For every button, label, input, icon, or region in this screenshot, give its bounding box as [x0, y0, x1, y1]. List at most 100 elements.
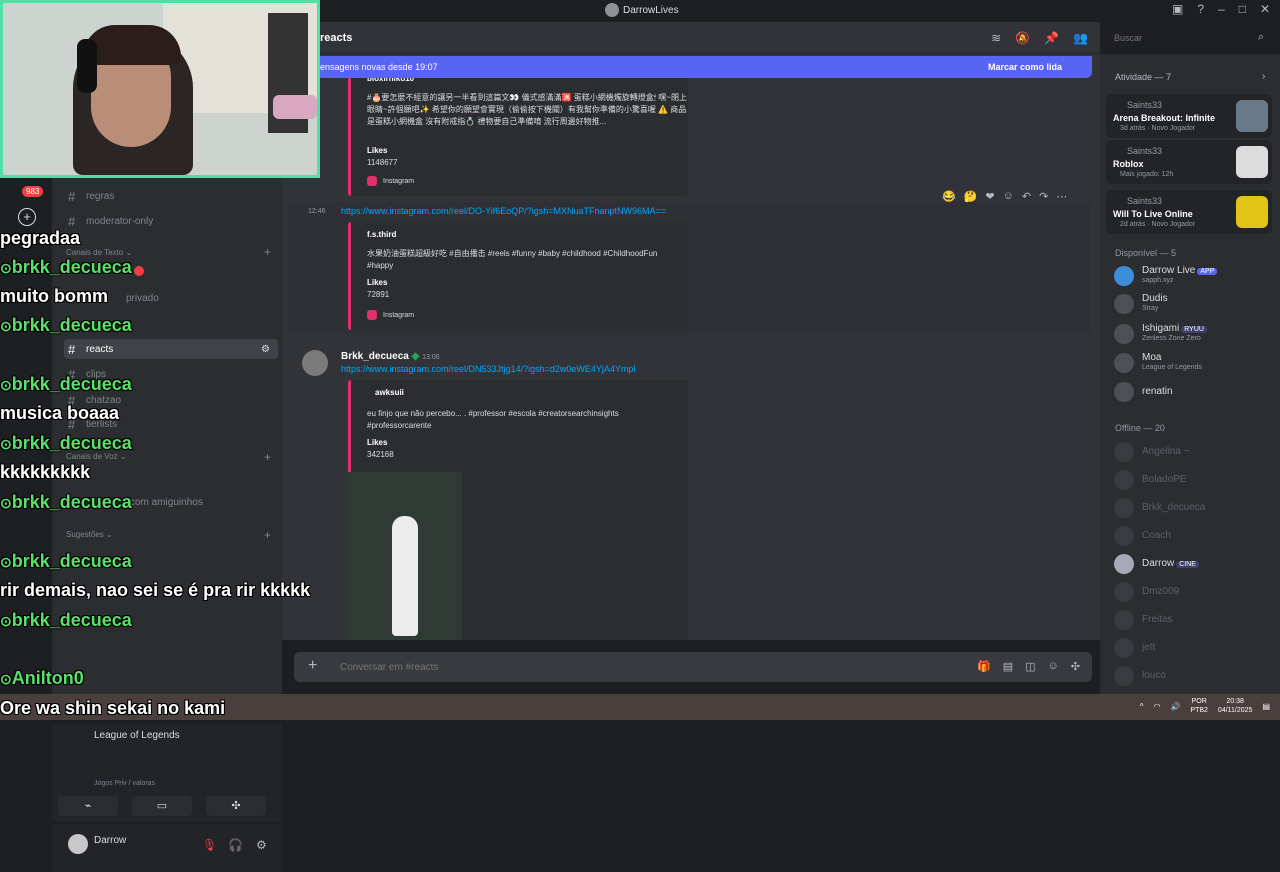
hash-icon: # — [68, 392, 76, 408]
member-item[interactable]: Ishigami RYUU Zenless Zone Zero — [1114, 322, 1274, 344]
embed-likes-value: 72891 — [367, 290, 390, 299]
message-link[interactable]: https://www.instagram.com/reel/DO-Yif6Eo… — [341, 206, 666, 216]
gear-icon[interactable]: ⚙ — [256, 838, 267, 852]
new-messages-bar[interactable]: ensagens novas desde 19:07 Marcar como l… — [316, 56, 1092, 78]
chevron-right-icon[interactable]: › — [1262, 71, 1265, 82]
threads-icon[interactable]: ≋ — [991, 31, 1001, 45]
message-input[interactable] — [340, 658, 860, 676]
voice-channel-name: Jogos Priv / valoras — [94, 780, 156, 787]
camera-button[interactable]: ⌁ — [58, 796, 118, 816]
channel-reacts[interactable]: # reacts ⚙ — [64, 339, 278, 359]
channel-regras[interactable]: # regras — [64, 186, 278, 206]
member-item[interactable]: Coach — [1114, 524, 1274, 546]
activity-card[interactable]: Saints33 Will To Live Online 2d atrás · … — [1106, 190, 1272, 234]
message-link[interactable]: https://www.instagram.com/reel/DN533Jtjg… — [341, 364, 635, 374]
channel-tierlists[interactable]: # tierlists — [64, 414, 278, 434]
activity-card[interactable]: Saints33 Arena Breakout: Infinite 3d atr… — [1106, 94, 1272, 138]
clock[interactable]: 20:38 04/11/2025 — [1218, 697, 1253, 715]
heart-emoji-icon[interactable]: ❤ — [985, 190, 994, 203]
maximize-button[interactable]: □ — [1239, 2, 1246, 16]
avatar — [1114, 526, 1134, 546]
server-icon — [605, 3, 619, 17]
apps-icon[interactable]: ✣ — [1071, 660, 1080, 673]
member-item[interactable]: Moa League of Legends — [1114, 351, 1274, 373]
deafen-icon[interactable]: 🎧 — [228, 838, 243, 852]
message-author[interactable]: Brkk_decueca ◆ 13:06 — [341, 351, 440, 362]
add-channel-icon[interactable]: + — [264, 245, 271, 259]
add-suggestion-icon[interactable]: + — [264, 528, 271, 542]
add-reaction-icon[interactable]: ☺ — [1003, 190, 1014, 203]
close-button[interactable]: ✕ — [1260, 2, 1270, 16]
member-item[interactable]: Dudis Stray — [1114, 292, 1274, 314]
channel-chatzao[interactable]: # chatzao — [64, 390, 278, 410]
voice-channel-amiguinhos[interactable]: com amiguinhos — [126, 492, 276, 512]
video-thumbnail[interactable] — [348, 472, 462, 640]
category-suggestions[interactable]: Sugestões ⌄ — [66, 530, 113, 539]
avatar — [1114, 610, 1134, 630]
member-item[interactable]: Darrow Live APP sapph.xyz — [1114, 264, 1274, 286]
search-icon: ⌕ — [1257, 31, 1264, 43]
volume-icon[interactable]: 🔊 — [1170, 702, 1180, 711]
member-item[interactable]: louco — [1114, 664, 1274, 686]
category-text-channels[interactable]: Canais de Texto ⌄ — [66, 248, 132, 257]
gif-icon[interactable]: ▤ — [1003, 660, 1013, 673]
search-input[interactable] — [1108, 28, 1270, 48]
keyboard-language[interactable]: POR PTB2 — [1190, 697, 1208, 715]
more-icon[interactable]: ⋯ — [1056, 190, 1067, 203]
avatar[interactable] — [302, 350, 328, 376]
search-box: ⌕ — [1108, 28, 1270, 48]
screen-share-button[interactable]: ▭ — [132, 796, 192, 816]
gift-icon[interactable]: 🎁 — [977, 660, 991, 673]
webcam-pillow — [273, 95, 317, 119]
add-server-button[interactable]: + — [18, 208, 36, 226]
inbox-icon[interactable]: ▣ — [1172, 2, 1183, 16]
activity-card[interactable]: Saints33 Roblox Mais jogado: 12h — [1106, 140, 1272, 184]
member-item[interactable]: BoladoPE — [1114, 468, 1274, 490]
channel-settings-icon[interactable]: ⚙ — [261, 344, 270, 355]
wifi-icon[interactable]: ◠ — [1153, 702, 1160, 711]
add-voice-channel-icon[interactable]: + — [264, 450, 271, 464]
channel-moderator-only[interactable]: # moderator-only — [64, 211, 278, 231]
reply-icon[interactable]: ↶ — [1022, 190, 1031, 203]
think-emoji-icon[interactable]: 🤔 — [964, 190, 978, 203]
embed-likes-value: 1148677 — [367, 158, 398, 167]
forward-icon[interactable]: ↷ — [1039, 190, 1048, 203]
laugh-emoji-icon[interactable]: 😂 — [942, 190, 956, 203]
mute-icon[interactable]: 🎙 — [202, 838, 217, 852]
member-item[interactable]: jett — [1114, 636, 1274, 658]
avatar[interactable] — [68, 834, 88, 854]
channel-title: reacts — [320, 32, 353, 44]
notification-bell-icon[interactable]: 🔕 — [1015, 31, 1030, 45]
notifications-icon[interactable]: ▤ — [1262, 702, 1270, 711]
mark-as-read-button[interactable]: Marcar como lida — [988, 62, 1062, 72]
activities-button[interactable]: ✣ — [206, 796, 266, 816]
member-item[interactable]: Dmz009 — [1114, 580, 1274, 602]
instagram-icon — [367, 176, 377, 186]
embed-likes-label: Likes — [367, 438, 388, 447]
member-item[interactable]: Darrow CINE — [1114, 552, 1274, 574]
sticker-icon[interactable]: ◫ — [1025, 660, 1035, 673]
channel-privado[interactable]: privado — [122, 288, 222, 308]
emoji-icon[interactable]: ☺ — [1048, 660, 1059, 673]
avatar — [1114, 324, 1134, 344]
plus-icon[interactable]: + — [308, 657, 317, 675]
chevron-up-icon[interactable]: ^ — [1140, 702, 1144, 711]
category-voice-channels[interactable]: Canais de Voz ⌄ — [66, 452, 127, 461]
video-person — [392, 516, 418, 636]
member-item[interactable]: Freitas — [1114, 608, 1274, 630]
channel-sidebar: # regras # moderator-only Canais de Texto … — [52, 178, 282, 872]
member-item[interactable]: Brkk_decueca — [1114, 496, 1274, 518]
instagram-icon — [367, 310, 377, 320]
member-item[interactable]: Angelina ~ — [1114, 440, 1274, 462]
window-controls: ▣ ? – □ ✕ — [1172, 2, 1270, 16]
channel-header: reacts ≋ 🔕 📌 👥 — [282, 22, 1100, 54]
help-icon[interactable]: ? — [1197, 2, 1204, 16]
member-item[interactable]: renatin — [1114, 380, 1274, 402]
pin-icon[interactable]: 📌 — [1044, 31, 1059, 45]
members-icon[interactable]: 👥 — [1073, 31, 1088, 45]
minimize-button[interactable]: – — [1218, 2, 1225, 16]
headphones-icon — [77, 39, 97, 93]
offline-section-title: Offline — 20 — [1115, 423, 1165, 433]
channel-clips[interactable]: # clips — [64, 364, 278, 384]
embed-description: eu finjo que não percebo... . #professor… — [367, 409, 619, 430]
